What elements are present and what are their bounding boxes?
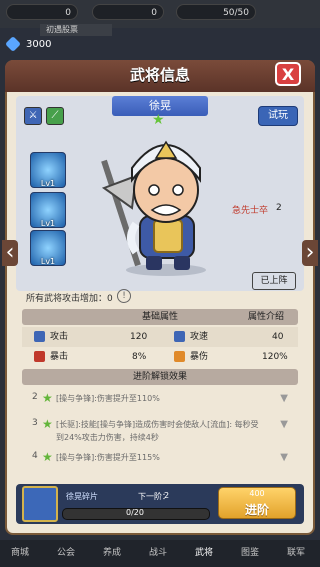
next-stage-value: 2 [164, 491, 170, 500]
hud-hint-text: 初遇股票 [46, 25, 78, 34]
resource-slot-2: 0 [92, 4, 164, 20]
hud-hint: 初遇股票 [40, 24, 112, 36]
attack-bonus-value: 0 [107, 294, 113, 304]
skill-slot-3[interactable]: Lv1 [30, 230, 66, 266]
attack-icon [34, 331, 45, 342]
advance-effect-stage: 2 [32, 392, 38, 402]
hero-name: 徐晃 [149, 99, 171, 112]
advance-button[interactable]: 400 进阶 [218, 487, 296, 519]
crit-label: 暴击 [50, 352, 69, 362]
resource-slot-2-value: 0 [151, 8, 157, 18]
bottom-nav: 商城 公会 养成 战斗 武将 图鉴 联军 [0, 540, 320, 567]
gem-counter: 3000 [5, 36, 52, 54]
advance-effect-text: [长驱]:技能[操与争锋]造成伤害时会使敌人[流血]: 每秒受到24%攻击力伤害… [56, 420, 259, 442]
attribute-row-1: 攻击 120 攻速 40 [22, 327, 298, 347]
shard-progress-text: 0/20 [126, 508, 144, 517]
shard-name: 徐晃碎片 [66, 492, 98, 501]
skill-name-value: 2 [276, 203, 282, 213]
star-icon: ★ [152, 112, 165, 128]
try-button[interactable]: 试玩 [258, 106, 298, 126]
nav-codex[interactable]: 图鉴 [230, 540, 270, 567]
crit-icon [34, 351, 45, 362]
stamina-counter: 50/50 [176, 4, 256, 20]
hero-class-icon[interactable]: ⚔ [24, 107, 42, 125]
advance-button-label: 进阶 [244, 503, 269, 517]
advance-effect-stage: 3 [32, 418, 38, 428]
attack-speed-value: 40 [272, 332, 284, 342]
basic-attributes-title: 基础属性 [142, 312, 179, 322]
skill-1-level: Lv1 [40, 179, 56, 188]
star-icon: ★ [42, 391, 53, 405]
try-button-label: 试玩 [268, 110, 288, 121]
attack-bonus: 所有武将攻击增加：0 [26, 291, 113, 304]
next-hero-arrow-icon[interactable]: › [302, 240, 318, 266]
close-icon: X [281, 65, 295, 84]
stamina-value: 50/50 [223, 8, 249, 18]
skill-slot-1[interactable]: Lv1 [30, 152, 66, 188]
resource-slot-1-value: 0 [65, 8, 71, 18]
advance-cost: 400 [249, 489, 265, 498]
nav-alliance[interactable]: 联军 [276, 540, 316, 567]
deployed-button[interactable]: 已上阵 [252, 272, 296, 290]
attack-speed-label: 攻速 [190, 332, 209, 342]
gem-icon [5, 36, 21, 52]
hero-portrait[interactable] [22, 486, 58, 522]
nav-heroes[interactable]: 武将 [184, 540, 224, 567]
skill-2-level: Lv1 [40, 219, 56, 228]
advance-effect-stage: 4 [32, 451, 38, 461]
gem-value: 3000 [26, 39, 52, 50]
deployed-button-label: 已上阵 [260, 276, 288, 286]
attack-bonus-text: 所有武将攻击增加： [26, 294, 108, 304]
chevron-down-icon[interactable]: ▼ [280, 393, 288, 404]
advance-effect-item: 2 ★ [操与争锋]:伤害提升至110% ▼ [32, 391, 288, 406]
attack-value: 120 [130, 332, 148, 342]
advance-effect-item: 3 ★ [长驱]:技能[操与争锋]造成伤害时会使敌人[流血]: 每秒受到24%攻… [32, 417, 288, 444]
weapon-type-icon[interactable]: ⟋ [46, 107, 64, 125]
nav-guild[interactable]: 公会 [46, 540, 86, 567]
hero-sprite [101, 140, 206, 276]
crit-value: 8% [132, 352, 147, 362]
attributes-header: 基础属性 属性介绍 [22, 309, 298, 325]
attribute-row-2: 暴击 8% 暴伤 120% [22, 347, 298, 367]
panel-title: 武将信息 [129, 66, 190, 84]
prev-hero-arrow-icon[interactable]: ‹ [2, 240, 18, 266]
advance-effect-item: 4 ★ [操与争锋]:伤害提升至115% ▼ [32, 450, 288, 465]
info-icon[interactable]: ! [117, 289, 131, 303]
advance-effects-header: 进阶解锁效果 [22, 369, 298, 385]
skill-name-label: 急先士卒 [232, 206, 269, 216]
attack-label: 攻击 [50, 332, 69, 342]
chevron-down-icon[interactable]: ▼ [280, 452, 288, 463]
star-icon: ★ [42, 417, 53, 431]
close-button[interactable]: X [275, 62, 301, 86]
advance-effect-text: [操与争锋]:伤害提升至110% [56, 394, 160, 403]
crit-damage-value: 120% [262, 352, 288, 362]
star-icon: ★ [42, 450, 53, 464]
advance-effect-text: [操与争锋]:伤害提升至115% [56, 453, 160, 462]
skill-slot-2[interactable]: Lv1 [30, 192, 66, 228]
crit-damage-label: 暴伤 [190, 352, 209, 362]
nav-battle[interactable]: 战斗 [138, 540, 178, 567]
attack-speed-icon [174, 331, 185, 342]
nav-shop[interactable]: 商城 [0, 540, 40, 567]
attribute-intro-link[interactable]: 属性介绍 [248, 309, 284, 325]
resource-slot-1: 0 [6, 4, 78, 20]
crit-damage-icon [174, 351, 185, 362]
nav-develop[interactable]: 养成 [92, 540, 132, 567]
skill-3-level: Lv1 [40, 257, 56, 266]
chevron-down-icon[interactable]: ▼ [280, 419, 288, 430]
